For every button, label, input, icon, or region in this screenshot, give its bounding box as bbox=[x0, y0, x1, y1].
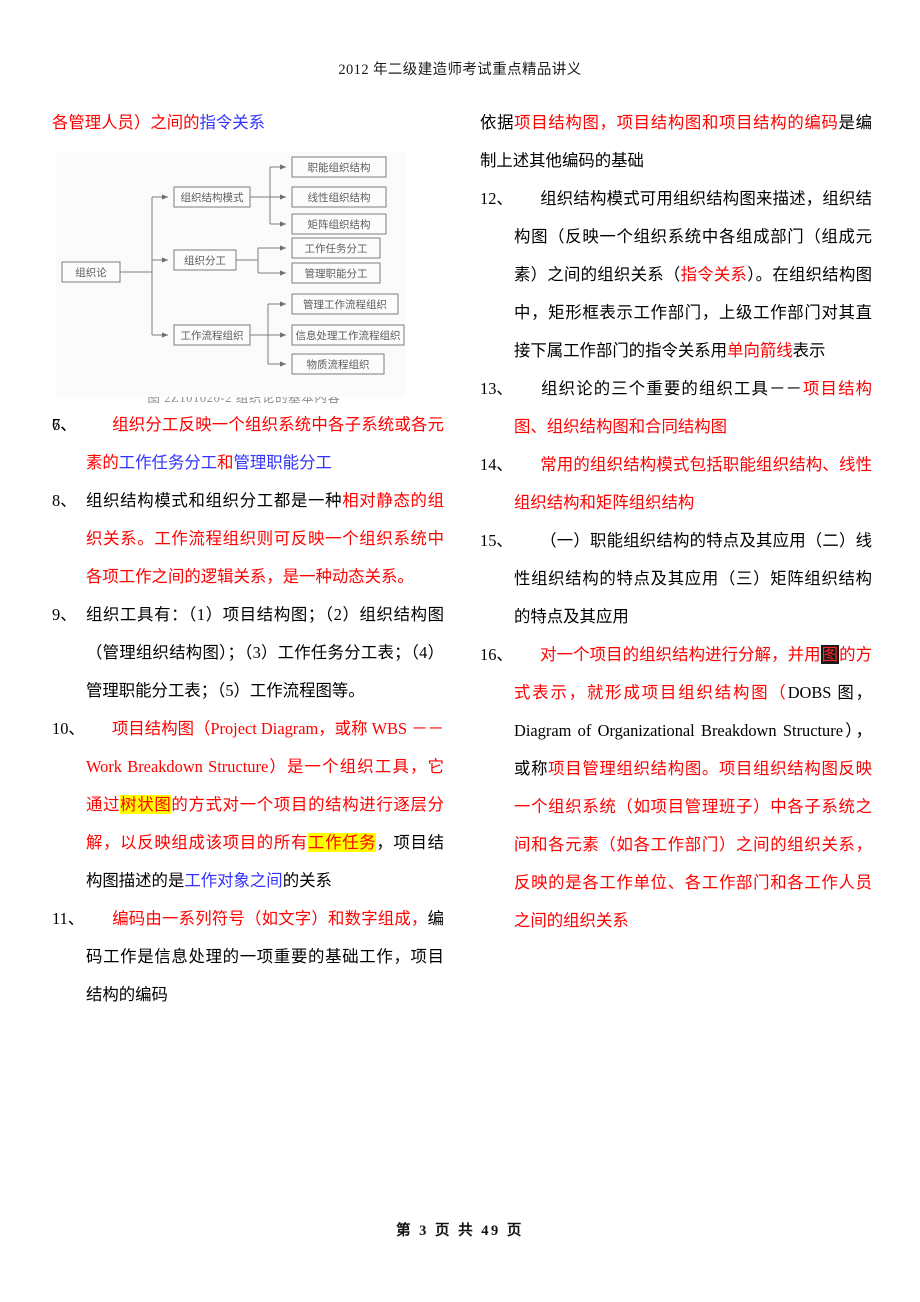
list-item-13-number: 13、 bbox=[480, 379, 513, 398]
two-column-body: 各管理人员）之间的指令关系 组织论 组织结构模式 组织分工 工作流程组织 职能组… bbox=[0, 104, 920, 1014]
text-run-red: 指令关系 bbox=[680, 265, 748, 284]
text-run-red: 项目管理组织结构图。项目组织结构图反映一个组织系统（如项目管理班子）中各子系统之… bbox=[514, 759, 873, 930]
diagram-leaf-1-0: 工作任务分工 bbox=[305, 242, 368, 255]
paragraph-continuation: 各管理人员）之间的指令关系 bbox=[52, 104, 444, 142]
text-run-red: 常用的组织结构模式包括职能组织结构、线性组织结构和矩阵组织结构 bbox=[514, 455, 872, 512]
diagram-node-branch-2: 工作流程组织 bbox=[181, 329, 244, 342]
diagram-node-root: 组织论 bbox=[75, 266, 107, 279]
right-column: 依据项目结构图，项目结构图和项目结构的编码是编制上述其他编码的基础 12、 组织结… bbox=[480, 104, 872, 1014]
document-page: 2012 年二级建造师考试重点精品讲义 各管理人员）之间的指令关系 组织论 组织… bbox=[0, 0, 920, 1302]
list-item-15-number: 15、 bbox=[480, 531, 513, 550]
left-column: 各管理人员）之间的指令关系 组织论 组织结构模式 组织分工 工作流程组织 职能组… bbox=[52, 104, 444, 1014]
text-run-black: DOBS 图， bbox=[787, 683, 872, 702]
list-item-8-number: 8、 bbox=[52, 491, 77, 510]
list-item-10: 10、 项目结构图（Project Diagram，或称 WBS －－ Work … bbox=[52, 710, 444, 900]
list-item-16: 16、 对一个项目的组织结构进行分解，并用图的方式表示，就形成项目组织结构图（DO… bbox=[480, 636, 872, 940]
text-run-blue: 工作任务分工 bbox=[118, 453, 218, 472]
diagram-leaf-2-2: 物质流程组织 bbox=[307, 358, 370, 371]
text-run-black: 的关系 bbox=[282, 871, 332, 890]
list-item-9: 9、 组织工具有：（1）项目结构图；（2）组织结构图（管理组织结构图）；（3）工作… bbox=[52, 596, 444, 710]
list-item-16-number: 16、 bbox=[480, 645, 513, 664]
text-run-black: 组织论的三个重要的组织工具－－ bbox=[540, 379, 802, 398]
text-run-black: Diagram of Organizational Breakdown Stru… bbox=[514, 721, 856, 740]
list-item-7-number: 7、 bbox=[52, 415, 77, 434]
list-item-11-number: 11、 bbox=[52, 909, 85, 928]
list-item-14-number: 14、 bbox=[480, 455, 513, 474]
text-run-blue: 工作对象之间 bbox=[184, 871, 283, 890]
text-run-red: 各管理人员）之间的 bbox=[52, 113, 200, 132]
text-run-blue: 管理职能分工 bbox=[233, 453, 332, 472]
text-run-black: （一）职能组织结构的特点及其应用（二）线性组织结构的特点及其应用（三）矩阵组织结… bbox=[514, 531, 872, 626]
diagram-leaf-0-1: 线性组织结构 bbox=[308, 191, 371, 204]
list-item-7: 7、 组织分工反映一个组织系统中各子系统或各元素的工作任务分工和管理职能分工 bbox=[52, 406, 444, 482]
list-item-11: 11、 编码由一系列符号（如文字）和数字组成，编码工作是信息处理的一项重要的基础工… bbox=[52, 900, 444, 1014]
text-run-black: 组织工具有：（1）项目结构图；（2）组织结构图（管理组织结构图）；（3）工作任务… bbox=[86, 605, 444, 700]
document-footer: 第 3 页 共 49 页 bbox=[396, 1223, 524, 1239]
diagram-svg: 组织论 组织结构模式 组织分工 工作流程组织 职能组织结构 线性组织结构 矩阵组… bbox=[61, 156, 405, 375]
list-item-15: 15、 （一）职能组织结构的特点及其应用（二）线性组织结构的特点及其应用（三）矩阵… bbox=[480, 522, 872, 636]
diagram-leaf-2-0: 管理工作流程组织 bbox=[303, 298, 387, 311]
org-theory-diagram: 组织论 组织结构模式 组织分工 工作流程组织 职能组织结构 线性组织结构 矩阵组… bbox=[56, 152, 406, 397]
text-highlight-selection: 图 bbox=[820, 645, 840, 664]
list-item-13: 13、 组织论的三个重要的组织工具－－项目结构图、组织结构图和合同结构图 bbox=[480, 370, 872, 446]
text-run-black: 组织结构模式和组织分工都是一种 bbox=[86, 491, 343, 510]
text-run-red: 编码由一系列符号（如文字）和数字组成， bbox=[112, 909, 428, 928]
list-item-10-number: 10、 bbox=[52, 719, 85, 738]
text-run-black: 表示 bbox=[792, 341, 826, 360]
list-item-11-continuation: 依据项目结构图，项目结构图和项目结构的编码是编制上述其他编码的基础 bbox=[480, 104, 872, 180]
diagram-node-branch-1: 组织分工 bbox=[184, 254, 226, 267]
diagram-leaf-1-1: 管理职能分工 bbox=[305, 267, 368, 280]
text-run-red: 项目结构图，项目结构图和项目结构的编码 bbox=[514, 113, 839, 132]
list-item-9-number: 9、 bbox=[52, 605, 77, 624]
text-run-blue: 指令关系 bbox=[199, 113, 266, 132]
diagram-leaf-0-2: 矩阵组织结构 bbox=[308, 218, 371, 231]
list-item-8: 8、 组织结构模式和组织分工都是一种相对静态的组织关系。工作流程组织则可反映一个组… bbox=[52, 482, 444, 596]
text-run-black: 依据 bbox=[480, 113, 515, 132]
diagram-leaf-2-1: 信息处理工作流程组织 bbox=[296, 329, 401, 342]
diagram-leaf-0-0: 职能组织结构 bbox=[308, 161, 371, 174]
text-highlight-yellow: 树状图 bbox=[120, 795, 172, 814]
list-item-14: 14、 常用的组织结构模式包括职能组织结构、线性组织结构和矩阵组织结构 bbox=[480, 446, 872, 522]
document-header: 2012 年二级建造师考试重点精品讲义 bbox=[338, 62, 582, 78]
list-item-12: 12、 组织结构模式可用组织结构图来描述，组织结构图（反映一个组织系统中各组成部门… bbox=[480, 180, 872, 370]
list-item-12-number: 12、 bbox=[480, 189, 513, 208]
figure-block: 组织论 组织结构模式 组织分工 工作流程组织 职能组织结构 线性组织结构 矩阵组… bbox=[56, 152, 406, 406]
text-run-red: 单向箭线 bbox=[727, 341, 793, 360]
text-run-red: 对一个项目的组织结构进行分解，并用 bbox=[540, 645, 821, 664]
diagram-node-branch-0: 组织结构模式 bbox=[181, 191, 244, 204]
text-run-red: 和 bbox=[217, 453, 234, 472]
text-highlight-yellow: 工作任务 bbox=[308, 833, 377, 852]
